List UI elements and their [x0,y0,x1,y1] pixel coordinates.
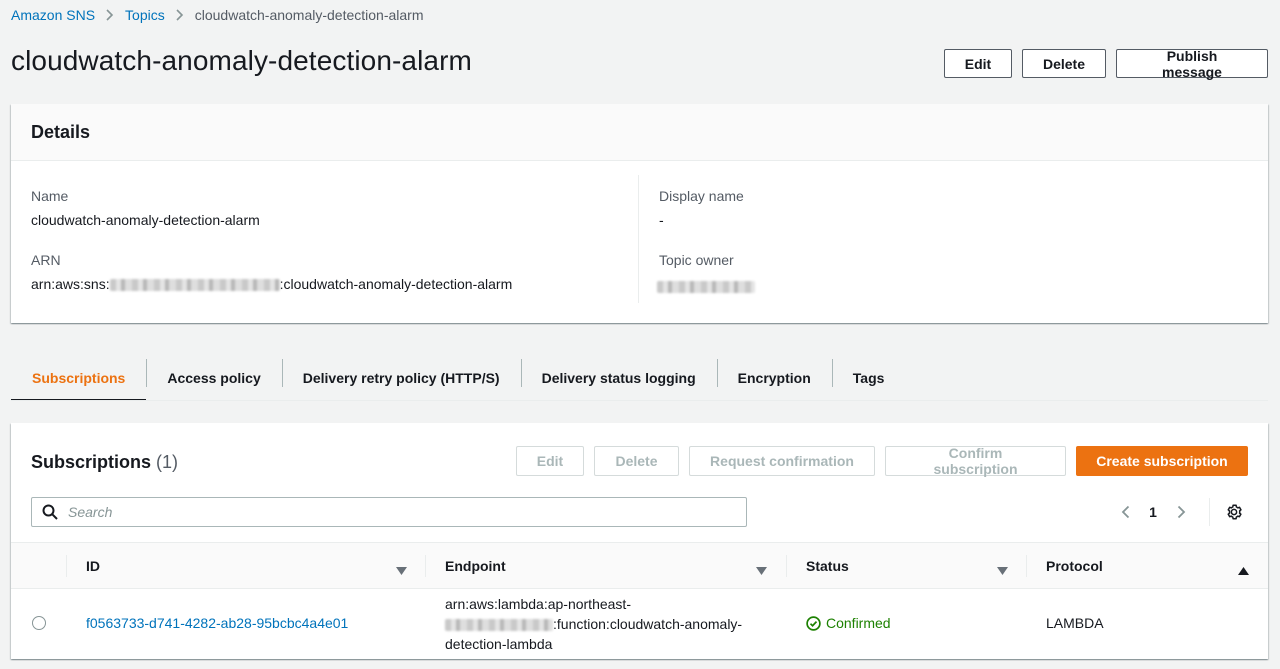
column-header-id[interactable]: ID [86,543,100,589]
header-actions: Edit Delete Publish message [944,48,1268,80]
breadcrumb-topics[interactable]: Topics [125,7,165,23]
chevron-right-icon[interactable] [1167,500,1195,524]
page-number[interactable]: 1 [1139,504,1167,520]
column-header-protocol[interactable]: Protocol [1046,543,1103,589]
status-text: Confirmed [826,615,891,631]
chevron-left-icon[interactable] [1111,500,1139,524]
table-row[interactable]: f0563733-d741-4282-ab28-95bcbc4a4e01 arn… [11,589,1268,659]
tab-subscriptions[interactable]: Subscriptions [11,354,147,401]
display-name-value: - [659,212,664,228]
pager-divider [1209,498,1210,526]
subscriptions-table: ID Endpoint Status Protocol f0563733-d74… [11,542,1268,659]
topic-owner-value [657,278,755,294]
sort-down-icon[interactable] [756,562,767,580]
redacted-account [445,619,553,632]
status-badge: Confirmed [806,615,891,631]
header-divider [425,555,426,577]
subscription-id-link[interactable]: f0563733-d741-4282-ab28-95bcbc4a4e01 [86,615,348,631]
create-subscription-button[interactable]: Create subscription [1076,446,1248,476]
column-divider [638,175,639,303]
row-select-radio[interactable] [32,616,46,630]
details-header: Details [11,104,1268,161]
breadcrumb-current: cloudwatch-anomaly-detection-alarm [194,7,424,23]
display-name-label: Display name [659,188,744,204]
details-title: Details [31,121,91,142]
sort-up-icon[interactable] [1238,562,1249,580]
header-divider [66,555,67,577]
tab-tags[interactable]: Tags [831,354,906,401]
details-body: Name cloudwatch-anomaly-detection-alarm … [11,161,1268,323]
subscriptions-count: (1) [156,452,179,472]
edit-button[interactable]: Edit [944,49,1012,78]
endpoint-line-1: arn:aws:lambda:ap-northeast- [445,596,631,612]
pagination: 1 [1111,498,1248,526]
header-divider [786,555,787,577]
name-value: cloudwatch-anomaly-detection-alarm [31,212,260,228]
chevron-right-icon [106,9,114,21]
endpoint-value: arn:aws:lambda:ap-northeast- :function:c… [445,594,775,654]
protocol-value: LAMBDA [1046,615,1104,631]
endpoint-line-2: :function:cloudwatch-anomaly- [445,614,775,634]
subscription-delete-button[interactable]: Delete [594,446,679,476]
chevron-right-icon [176,9,184,21]
sort-down-icon[interactable] [396,562,407,580]
endpoint-line-3: detection-lambda [445,636,553,652]
tab-bar: Subscriptions Access policy Delivery ret… [11,354,905,401]
request-confirmation-button[interactable]: Request confirmation [689,446,875,476]
arn-value: arn:aws:sns: :cloudwatch-anomaly-detectio… [31,276,512,292]
tab-delivery-retry-policy[interactable]: Delivery retry policy (HTTP/S) [281,354,521,401]
breadcrumb: Amazon SNS Topics cloudwatch-anomaly-det… [11,6,424,24]
column-header-endpoint[interactable]: Endpoint [445,543,506,589]
header-divider [1026,555,1027,577]
tab-encryption[interactable]: Encryption [716,354,832,401]
subscriptions-actions: Edit Delete Request confirmation Confirm… [516,445,1248,477]
name-label: Name [31,188,69,204]
table-header: ID Endpoint Status Protocol [11,542,1268,589]
search-box[interactable] [31,497,747,527]
subscriptions-panel: Subscriptions (1) Edit Delete Request co… [11,423,1268,659]
breadcrumb-amazon-sns[interactable]: Amazon SNS [11,7,95,23]
arn-suffix: :cloudwatch-anomaly-detection-alarm [279,276,513,292]
confirm-subscription-button[interactable]: Confirm subscription [885,445,1066,477]
page-title: cloudwatch-anomaly-detection-alarm [11,45,472,76]
tabs-underline [11,400,1268,401]
search-input[interactable] [66,503,726,521]
publish-message-button[interactable]: Publish message [1116,48,1268,80]
tab-access-policy[interactable]: Access policy [146,354,281,401]
check-circle-icon [806,615,821,631]
search-icon [42,504,58,520]
column-header-status[interactable]: Status [806,543,849,589]
subscription-edit-button[interactable]: Edit [516,446,584,476]
delete-button[interactable]: Delete [1022,49,1106,78]
topic-owner-label: Topic owner [659,252,734,268]
redacted-owner [657,281,755,294]
subscriptions-header: Subscriptions (1) [31,452,178,473]
arn-label: ARN [31,252,61,268]
arn-prefix: arn:aws:sns: [31,276,110,292]
endpoint-line-2-suffix: :function:cloudwatch-anomaly- [553,616,743,632]
redacted-account [109,279,280,292]
sort-down-icon[interactable] [997,562,1008,580]
details-panel: Details Name cloudwatch-anomaly-detectio… [11,104,1268,323]
gear-icon[interactable] [1220,500,1248,524]
tab-delivery-status-logging[interactable]: Delivery status logging [520,354,717,401]
subscriptions-title: Subscriptions [31,452,152,472]
